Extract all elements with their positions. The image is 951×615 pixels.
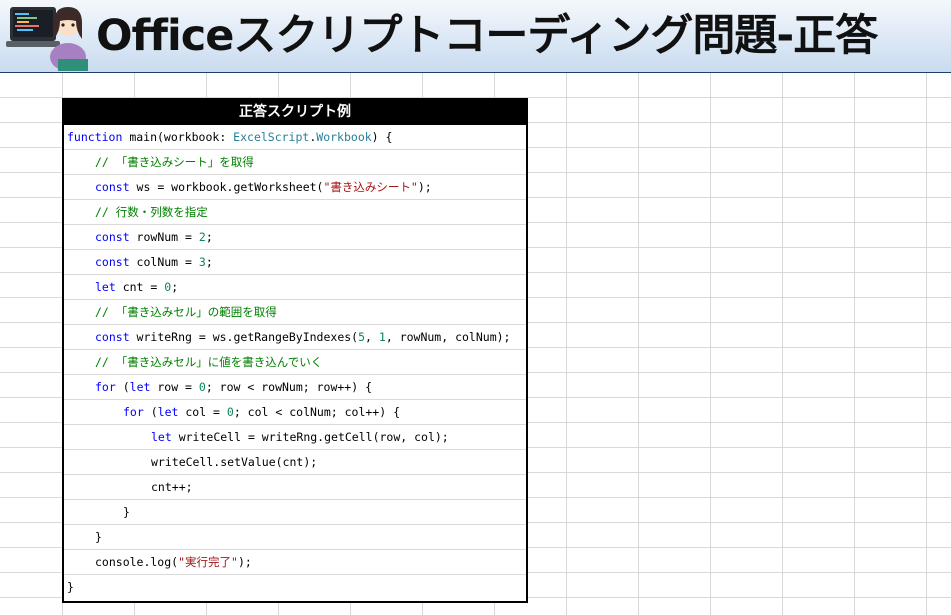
- code-token: 3: [198, 255, 206, 269]
- code-token: , rowNum, colNum);: [385, 330, 511, 344]
- code-line[interactable]: // 「書き込みシート」を取得: [64, 150, 526, 175]
- code-token: cnt =: [115, 280, 165, 294]
- code-token: ; row < rowNum; row++) {: [205, 380, 372, 394]
- code-token: (: [143, 405, 158, 419]
- code-token: let: [129, 380, 151, 394]
- code-token: let: [157, 405, 179, 419]
- code-token: 2: [198, 230, 206, 244]
- code-token: // 「書き込みセル」の範囲を取得: [95, 305, 277, 319]
- code-line[interactable]: // 「書き込みセル」に値を書き込んでいく: [64, 350, 526, 375]
- code-token: ;: [205, 230, 213, 244]
- code-token: const: [95, 330, 130, 344]
- code-line[interactable]: let writeCell = writeRng.getCell(row, co…: [64, 425, 526, 450]
- code-token: const: [95, 255, 130, 269]
- code-token: cnt++;: [151, 480, 193, 494]
- code-token: );: [237, 555, 252, 569]
- code-token: Workbook: [316, 130, 372, 144]
- code-token: }: [67, 580, 74, 594]
- code-token: "書き込みシート": [323, 180, 418, 194]
- code-token: }: [95, 530, 102, 544]
- code-line[interactable]: const ws = workbook.getWorksheet("書き込みシー…: [64, 175, 526, 200]
- code-body: function main(workbook: ExcelScript.Work…: [64, 125, 526, 599]
- code-token: main(workbook:: [122, 130, 234, 144]
- code-line[interactable]: }: [64, 575, 526, 599]
- code-line[interactable]: for (let row = 0; row < rowNum; row++) {: [64, 375, 526, 400]
- code-token: for: [123, 405, 144, 419]
- code-token: col =: [178, 405, 227, 419]
- code-token: ) {: [371, 130, 393, 144]
- code-panel-header: 正答スクリプト例: [64, 100, 526, 125]
- code-token: ;: [171, 280, 179, 294]
- code-token: const: [95, 180, 130, 194]
- code-token: writeCell.setValue(cnt);: [151, 455, 318, 469]
- code-token: console.log(: [95, 555, 179, 569]
- page-title: Officeスクリプトコーディング問題-正答: [96, 11, 878, 61]
- code-line[interactable]: // 行数・列数を指定: [64, 200, 526, 225]
- code-line[interactable]: }: [64, 525, 526, 550]
- code-token: function: [67, 130, 123, 144]
- code-token: ,: [365, 330, 379, 344]
- code-token: (: [115, 380, 130, 394]
- code-line[interactable]: function main(workbook: ExcelScript.Work…: [64, 125, 526, 150]
- code-token: ;: [205, 255, 213, 269]
- code-line[interactable]: const rowNum = 2;: [64, 225, 526, 250]
- code-line[interactable]: const colNum = 3;: [64, 250, 526, 275]
- programmer-illustration-icon: [6, 7, 88, 71]
- code-token: // 「書き込みセル」に値を書き込んでいく: [95, 355, 323, 369]
- code-token: // 行数・列数を指定: [95, 205, 208, 219]
- code-token: ws = workbook.getWorksheet(: [129, 180, 324, 194]
- code-token: "実行完了": [178, 555, 238, 569]
- code-token: 0: [226, 405, 234, 419]
- code-token: colNum =: [129, 255, 199, 269]
- code-line[interactable]: // 「書き込みセル」の範囲を取得: [64, 300, 526, 325]
- code-line[interactable]: const writeRng = ws.getRangeByIndexes(5,…: [64, 325, 526, 350]
- code-token: }: [123, 505, 130, 519]
- code-token: for: [95, 380, 116, 394]
- code-line[interactable]: for (let col = 0; col < colNum; col++) {: [64, 400, 526, 425]
- code-token: writeCell = writeRng.getCell(row, col);: [171, 430, 449, 444]
- code-token: row =: [150, 380, 199, 394]
- title-banner: Officeスクリプトコーディング問題-正答: [0, 0, 951, 73]
- code-line[interactable]: cnt++;: [64, 475, 526, 500]
- code-line[interactable]: let cnt = 0;: [64, 275, 526, 300]
- code-token: writeRng = ws.getRangeByIndexes(: [129, 330, 359, 344]
- code-line[interactable]: }: [64, 500, 526, 525]
- code-token: let: [151, 430, 172, 444]
- code-line[interactable]: writeCell.setValue(cnt);: [64, 450, 526, 475]
- code-panel: 正答スクリプト例 function main(workbook: ExcelSc…: [62, 98, 528, 603]
- code-token: ExcelScript: [233, 130, 310, 144]
- code-token: // 「書き込みシート」を取得: [95, 155, 254, 169]
- code-token: rowNum =: [129, 230, 199, 244]
- code-token: ; col < colNum; col++) {: [233, 405, 400, 419]
- code-token: const: [95, 230, 130, 244]
- code-token: );: [417, 180, 432, 194]
- code-token: 5: [358, 330, 366, 344]
- code-token: 1: [378, 330, 386, 344]
- code-token: let: [95, 280, 116, 294]
- code-line[interactable]: console.log("実行完了");: [64, 550, 526, 575]
- code-token: 0: [198, 380, 206, 394]
